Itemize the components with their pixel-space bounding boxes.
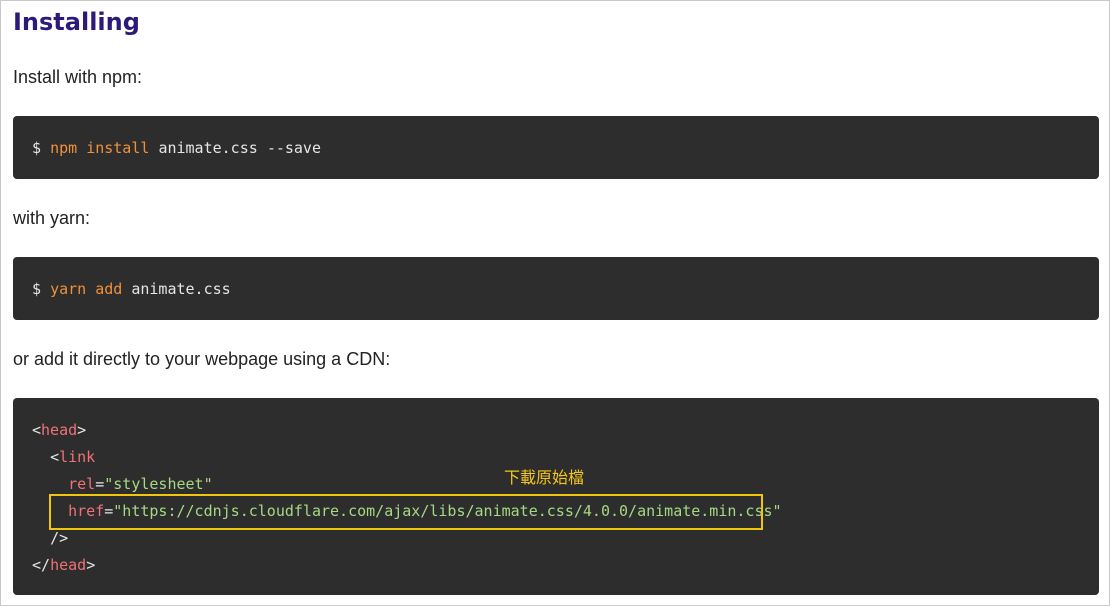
- link-open-line[interactable]: <link: [32, 447, 95, 467]
- yarn-code-block[interactable]: $ yarn add animate.css: [13, 257, 1099, 320]
- yarn-intro-text: with yarn:: [13, 208, 91, 228]
- rel-value: "stylesheet": [104, 475, 213, 493]
- page-frame: Installing Install with npm: $ npm insta…: [0, 0, 1110, 606]
- yarn-command: yarn: [50, 280, 87, 298]
- download-source-annotation: 下載原始檔: [504, 468, 585, 487]
- npm-flag: --save: [266, 139, 321, 157]
- prompt-symbol: $: [32, 139, 42, 157]
- npm-code-block[interactable]: $ npm install animate.css --save: [13, 116, 1099, 179]
- yarn-subcommand: add: [95, 280, 123, 298]
- prompt-symbol: $: [32, 280, 42, 298]
- npm-command: npm: [50, 139, 78, 157]
- rel-attr: rel: [68, 475, 96, 493]
- npm-intro-text: Install with npm:: [13, 67, 143, 87]
- rel-attr-line[interactable]: rel="stylesheet": [32, 474, 213, 494]
- head-close-line[interactable]: </head>: [32, 555, 95, 575]
- yarn-package: animate.css: [131, 280, 231, 298]
- npm-subcommand: install: [86, 139, 150, 157]
- npm-package: animate.css: [158, 139, 258, 157]
- head-close-tag: head: [50, 556, 87, 574]
- link-tag: link: [59, 448, 96, 466]
- cdn-intro-text: or add it directly to your webpage using…: [13, 349, 391, 369]
- self-close: />: [50, 529, 69, 547]
- self-close-line[interactable]: />: [32, 528, 68, 548]
- yarn-command-line[interactable]: $ yarn add animate.css: [32, 279, 231, 299]
- cdn-code-block[interactable]: <head> <link rel="stylesheet" href="http…: [13, 398, 1099, 595]
- section-heading: Installing: [13, 8, 140, 36]
- head-open-line[interactable]: <head>: [32, 420, 86, 440]
- href-highlight-box: [49, 494, 763, 530]
- npm-command-line[interactable]: $ npm install animate.css --save: [32, 138, 321, 158]
- head-open-tag: head: [41, 421, 78, 439]
